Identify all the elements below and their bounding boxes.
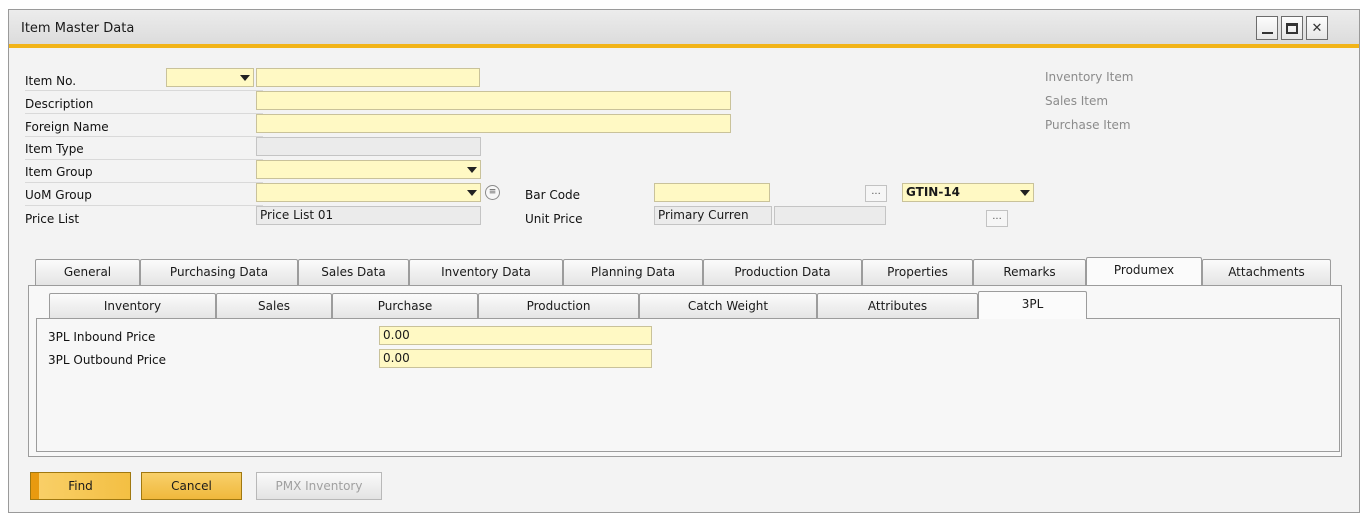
tab-general[interactable]: General bbox=[35, 259, 140, 285]
subtab-inventory[interactable]: Inventory bbox=[49, 293, 216, 319]
title-bar[interactable]: Item Master Data ✕ bbox=[9, 10, 1359, 48]
price-list-value: Price List 01 bbox=[260, 208, 334, 222]
item-master-data-window: Item Master Data ✕ Item No. Description … bbox=[8, 9, 1360, 513]
window-title: Item Master Data bbox=[21, 21, 135, 36]
bar-code-input[interactable] bbox=[654, 183, 770, 202]
divider bbox=[25, 136, 263, 137]
unit-price-browse-button[interactable]: ... bbox=[986, 210, 1008, 227]
close-icon: ✕ bbox=[1311, 20, 1323, 36]
dropdown-arrow-icon bbox=[467, 190, 477, 196]
tab-properties[interactable]: Properties bbox=[862, 259, 973, 285]
bar-code-type-dropdown[interactable]: GTIN-14 bbox=[902, 183, 1034, 202]
divider bbox=[25, 90, 263, 91]
maximize-button[interactable] bbox=[1281, 16, 1303, 40]
3pl-inbound-price-label: 3PL Inbound Price bbox=[48, 330, 156, 344]
divider bbox=[25, 205, 263, 206]
foreign-name-input[interactable] bbox=[256, 114, 731, 133]
3pl-outbound-price-label: 3PL Outbound Price bbox=[48, 353, 167, 367]
divider bbox=[25, 113, 263, 114]
description-label: Description bbox=[25, 97, 94, 111]
item-type-label: Item Type bbox=[25, 142, 84, 156]
item-type-field bbox=[256, 137, 481, 156]
divider bbox=[25, 159, 263, 160]
find-button[interactable]: Find bbox=[30, 472, 131, 500]
inventory-item-label[interactable]: Inventory Item bbox=[1045, 70, 1133, 84]
tab-inventory-data[interactable]: Inventory Data bbox=[409, 259, 563, 285]
tab-remarks[interactable]: Remarks bbox=[973, 259, 1086, 285]
item-group-dropdown[interactable] bbox=[256, 160, 481, 179]
close-button[interactable]: ✕ bbox=[1306, 16, 1328, 40]
item-no-input[interactable] bbox=[256, 68, 480, 87]
uom-group-label: UoM Group bbox=[25, 188, 92, 202]
unit-price-currency-value: Primary Curren bbox=[658, 208, 749, 222]
uom-group-list-icon[interactable]: ≡ bbox=[485, 185, 500, 200]
item-group-label: Item Group bbox=[25, 165, 93, 179]
dropdown-arrow-icon bbox=[467, 167, 477, 173]
sales-item-label[interactable]: Sales Item bbox=[1045, 94, 1108, 108]
tab-produmex[interactable]: Produmex bbox=[1086, 257, 1202, 285]
unit-price-label: Unit Price bbox=[525, 212, 583, 226]
dropdown-arrow-icon bbox=[1020, 190, 1030, 196]
3pl-outbound-price-input[interactable]: 0.00 bbox=[379, 349, 652, 368]
pmx-inventory-button[interactable]: PMX Inventory bbox=[256, 472, 382, 500]
3pl-inbound-price-input[interactable]: 0.00 bbox=[379, 326, 652, 345]
uom-group-dropdown[interactable] bbox=[256, 183, 481, 202]
dropdown-arrow-icon bbox=[240, 75, 250, 81]
price-list-field[interactable]: Price List 01 bbox=[256, 206, 481, 225]
tab-sales-data[interactable]: Sales Data bbox=[298, 259, 409, 285]
purchase-item-label[interactable]: Purchase Item bbox=[1045, 118, 1131, 132]
3pl-inbound-price-value: 0.00 bbox=[383, 328, 410, 342]
bar-code-label: Bar Code bbox=[525, 188, 581, 202]
foreign-name-label: Foreign Name bbox=[25, 120, 109, 134]
subtab-catch-weight[interactable]: Catch Weight bbox=[639, 293, 817, 319]
minimize-button[interactable] bbox=[1256, 16, 1278, 40]
subtab-attributes[interactable]: Attributes bbox=[817, 293, 978, 319]
3pl-subtab-panel bbox=[36, 318, 1340, 452]
price-list-label: Price List bbox=[25, 212, 80, 226]
divider bbox=[25, 182, 263, 183]
tab-attachments[interactable]: Attachments bbox=[1202, 259, 1331, 285]
item-no-series-dropdown[interactable] bbox=[166, 68, 254, 87]
subtab-purchase[interactable]: Purchase bbox=[332, 293, 478, 319]
subtab-3pl[interactable]: 3PL bbox=[978, 291, 1087, 319]
description-input[interactable] bbox=[256, 91, 731, 110]
3pl-outbound-price-value: 0.00 bbox=[383, 351, 410, 365]
bar-code-type-value: GTIN-14 bbox=[906, 185, 961, 199]
bar-code-browse-button[interactable]: ... bbox=[865, 185, 887, 202]
subtab-production[interactable]: Production bbox=[478, 293, 639, 319]
unit-price-currency-field[interactable]: Primary Curren bbox=[654, 206, 772, 225]
tab-production-data[interactable]: Production Data bbox=[703, 259, 862, 285]
item-no-label: Item No. bbox=[25, 74, 77, 88]
tab-planning-data[interactable]: Planning Data bbox=[563, 259, 703, 285]
maximize-icon bbox=[1286, 22, 1298, 34]
subtab-sales[interactable]: Sales bbox=[216, 293, 332, 319]
minimize-icon bbox=[1261, 32, 1273, 34]
unit-price-input[interactable] bbox=[774, 206, 886, 225]
tab-purchasing-data[interactable]: Purchasing Data bbox=[140, 259, 298, 285]
cancel-button[interactable]: Cancel bbox=[141, 472, 242, 500]
